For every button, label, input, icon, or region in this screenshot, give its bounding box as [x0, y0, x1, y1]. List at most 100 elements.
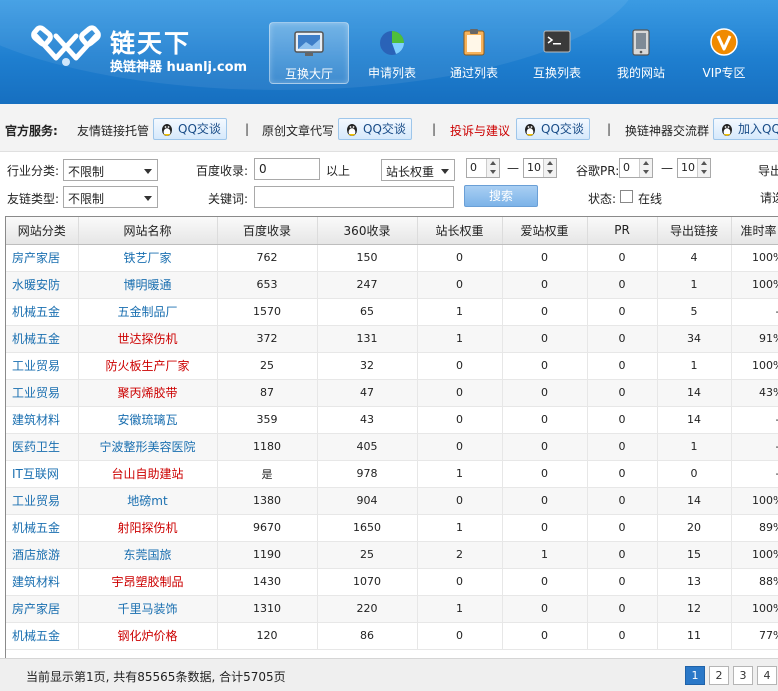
row-site-name[interactable]: 世达探伤机: [78, 325, 218, 353]
row-category[interactable]: 房产家居: [6, 595, 79, 623]
service-article-writing[interactable]: 原创文章代写: [262, 122, 334, 139]
table-row[interactable]: 建筑材料宇昂塑胶制品143010700001388%: [6, 568, 778, 596]
row-site-name[interactable]: 宁波整形美容医院: [78, 433, 218, 461]
join-qq-button[interactable]: 加入QQ: [713, 118, 778, 140]
nav-applications[interactable]: 申请列表: [352, 22, 432, 84]
row-pr: 0: [587, 244, 658, 272]
table-row[interactable]: 工业贸易防火板生产厂家25320001100%: [6, 352, 778, 380]
col-header[interactable]: 准时率: [731, 217, 778, 245]
row-outbound-links: 1: [657, 271, 732, 299]
col-header[interactable]: 爱站权重: [502, 217, 588, 245]
table-row[interactable]: 机械五金射阳探伤机967016501002089%: [6, 514, 778, 542]
industry-select[interactable]: 不限制: [63, 159, 158, 181]
baidu-count-input[interactable]: 0: [254, 158, 320, 180]
row-pr: 0: [587, 541, 658, 569]
row-site-name[interactable]: 千里马装饰: [78, 595, 218, 623]
row-category[interactable]: 水暖安防: [6, 271, 79, 299]
row-pr: 0: [587, 406, 658, 434]
weight-type-select[interactable]: 站长权重: [381, 159, 455, 181]
page-summary: 当前显示第1页, 共有85565条数据, 合计5705页: [26, 670, 286, 684]
col-header[interactable]: 网站分类: [6, 217, 79, 245]
nav-approved[interactable]: 通过列表: [434, 22, 514, 84]
row-category[interactable]: 机械五金: [6, 622, 79, 650]
row-site-name[interactable]: 博明暖通: [78, 271, 218, 299]
row-site-name[interactable]: 铁艺厂家: [78, 244, 218, 272]
col-header[interactable]: PR: [587, 217, 658, 245]
row-site-name[interactable]: 安徽琉璃瓦: [78, 406, 218, 434]
row-category[interactable]: 机械五金: [6, 514, 79, 542]
row-az-weight: 0: [502, 487, 588, 515]
row-site-name[interactable]: 聚丙烯胶带: [78, 379, 218, 407]
table-row[interactable]: IT互联网台山自助建站是9781000--: [6, 460, 778, 488]
site-logo[interactable]: 链天下 换链神器 huanlj.com: [30, 22, 260, 82]
spinner-arrows-icon[interactable]: [697, 159, 710, 177]
row-pr: 0: [587, 487, 658, 515]
row-baidu-count: 359: [217, 406, 318, 434]
row-category[interactable]: 机械五金: [6, 325, 79, 353]
page-button-3[interactable]: 3: [733, 666, 753, 685]
service-complaints[interactable]: 投诉与建议: [450, 122, 510, 139]
row-category[interactable]: IT互联网: [6, 460, 79, 488]
row-category[interactable]: 工业贸易: [6, 352, 79, 380]
table-row[interactable]: 房产家居千里马装饰131022010012100%: [6, 595, 778, 623]
table-row[interactable]: 机械五金世达探伤机3721311003491%: [6, 325, 778, 353]
row-category[interactable]: 工业贸易: [6, 379, 79, 407]
col-header[interactable]: 网站名称: [78, 217, 218, 245]
col-header[interactable]: 百度收录: [217, 217, 318, 245]
row-category[interactable]: 工业贸易: [6, 487, 79, 515]
table-row[interactable]: 机械五金五金制品厂1570651005--: [6, 298, 778, 326]
table-row[interactable]: 建筑材料安徽琉璃瓦3594300014--: [6, 406, 778, 434]
nav-vip[interactable]: VIP专区: [684, 22, 764, 84]
nav-exchange-hall[interactable]: 互换大厅: [269, 22, 349, 84]
table-row[interactable]: 水暖安防博明暖通6532470001100%: [6, 271, 778, 299]
table-row[interactable]: 酒店旅游东莞国旅11902521015100%: [6, 541, 778, 569]
nav-exchanges[interactable]: 互换列表: [517, 22, 597, 84]
online-checkbox[interactable]: [620, 190, 633, 203]
row-site-name[interactable]: 地磅mt: [78, 487, 218, 515]
row-site-name[interactable]: 东莞国旅: [78, 541, 218, 569]
row-category[interactable]: 医药卫生: [6, 433, 79, 461]
row-site-name[interactable]: 钢化炉价格: [78, 622, 218, 650]
row-site-name[interactable]: 五金制品厂: [78, 298, 218, 326]
row-site-name[interactable]: 台山自助建站: [78, 460, 218, 488]
row-category[interactable]: 酒店旅游: [6, 541, 79, 569]
qq-chat-button[interactable]: QQ交谈: [153, 118, 227, 140]
table-row[interactable]: 工业贸易聚丙烯胶带87470001443%: [6, 379, 778, 407]
spinner-arrows-icon[interactable]: [486, 159, 499, 177]
table-row[interactable]: 房产家居铁艺厂家7621500004100%: [6, 244, 778, 272]
row-on-time-rate: 91%: [731, 325, 778, 353]
row-site-name[interactable]: 射阳探伤机: [78, 514, 218, 542]
weight-max-spinner[interactable]: 10: [523, 158, 557, 178]
link-type-select[interactable]: 不限制: [63, 186, 158, 208]
separator: |: [432, 122, 437, 136]
service-link-hosting[interactable]: 友情链接托管: [77, 122, 149, 139]
page-button-1[interactable]: 1: [685, 666, 705, 685]
pr-min-spinner[interactable]: 0: [619, 158, 653, 178]
page-button-2[interactable]: 2: [709, 666, 729, 685]
row-category[interactable]: 建筑材料: [6, 406, 79, 434]
row-baidu-count: 762: [217, 244, 318, 272]
spinner-arrows-icon[interactable]: [639, 159, 652, 177]
qq-chat-button[interactable]: QQ交谈: [516, 118, 590, 140]
pr-max-spinner[interactable]: 10: [677, 158, 711, 178]
col-header[interactable]: 360收录: [317, 217, 418, 245]
weight-min-spinner[interactable]: 0: [466, 158, 500, 178]
table-row[interactable]: 医药卫生宁波整形美容医院11804050001--: [6, 433, 778, 461]
nav-my-sites[interactable]: 我的网站: [601, 22, 681, 84]
col-header[interactable]: 导出链接: [657, 217, 732, 245]
row-360-count: 405: [317, 433, 418, 461]
keyword-input[interactable]: [254, 186, 454, 208]
row-category[interactable]: 机械五金: [6, 298, 79, 326]
table-row[interactable]: 机械五金钢化炉价格120860001177%: [6, 622, 778, 650]
page-button-4[interactable]: 4: [757, 666, 777, 685]
search-button[interactable]: 搜索: [464, 185, 538, 207]
service-group[interactable]: 换链神器交流群: [625, 122, 709, 139]
row-category[interactable]: 建筑材料: [6, 568, 79, 596]
qq-chat-button[interactable]: QQ交谈: [338, 118, 412, 140]
row-category[interactable]: 房产家居: [6, 244, 79, 272]
table-row[interactable]: 工业贸易地磅mt138090400014100%: [6, 487, 778, 515]
row-site-name[interactable]: 宇昂塑胶制品: [78, 568, 218, 596]
spinner-arrows-icon[interactable]: [543, 159, 556, 177]
col-header[interactable]: 站长权重: [417, 217, 503, 245]
row-site-name[interactable]: 防火板生产厂家: [78, 352, 218, 380]
